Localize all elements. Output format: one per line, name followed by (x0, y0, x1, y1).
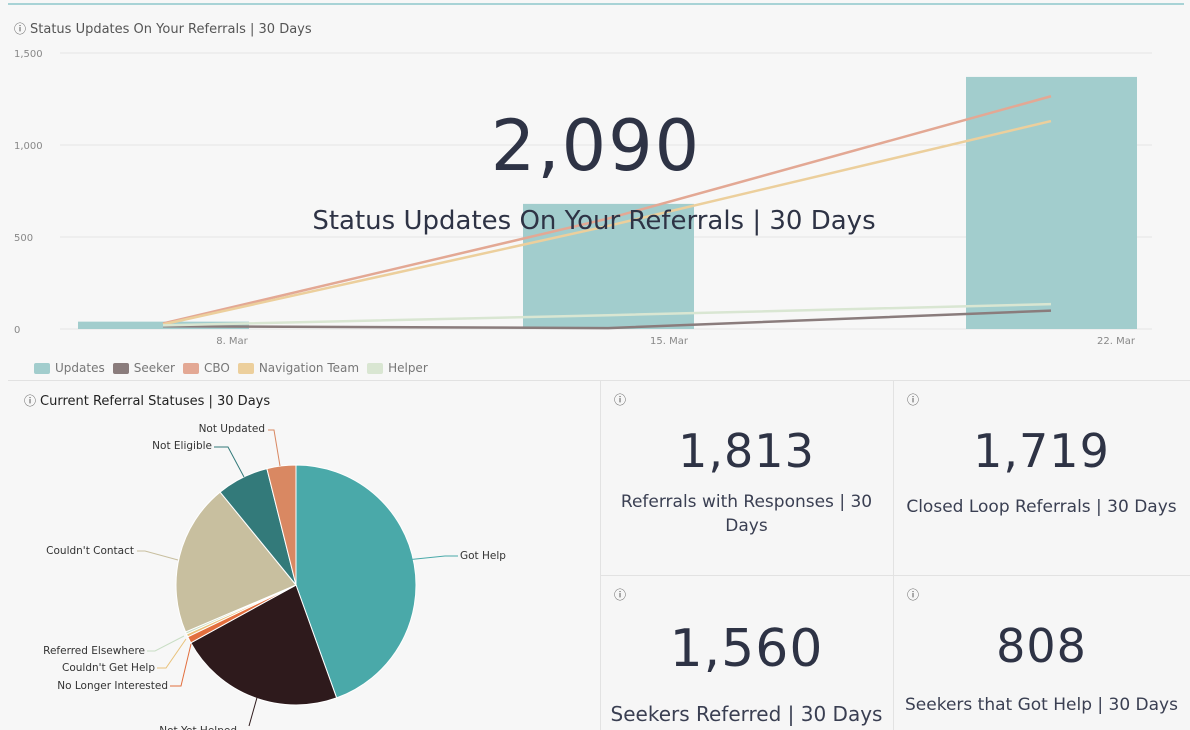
kpi-value: 1,560 (669, 619, 824, 679)
kpi-label: Referrals with Responses | 30 Days (620, 492, 873, 536)
pie-label-not-yet-helped: Not Yet Helped (159, 725, 237, 730)
pie-label-got-help: Got Help (460, 550, 506, 562)
x-tick-label: 22. Mar (1097, 336, 1136, 347)
pie-label-not-eligible: Not Eligible (152, 440, 212, 452)
divider (600, 575, 1190, 576)
divider (8, 380, 1190, 381)
info-circle-icon[interactable]: ⓘ (614, 586, 626, 603)
pie-label-couldnt-get-help: Couldn't Get Help (62, 662, 155, 674)
kpi-value: 808 (996, 619, 1087, 673)
divider (600, 380, 601, 730)
referral-statuses-pie-chart: Got Help Not Yet Helped No Longer Interest… (43, 423, 506, 730)
info-circle-icon[interactable]: ⓘ (614, 391, 626, 408)
divider (893, 380, 894, 730)
leader-line (147, 635, 185, 652)
kpi-card-closed-loop-referrals[interactable]: ⓘ 1,719 Closed Loop Referrals | 30 Days (893, 380, 1190, 575)
kpi-label: Seekers Referred | 30 Days (610, 702, 883, 726)
kpi-card-referrals-with-responses[interactable]: ⓘ 1,813 Referrals with Responses | 30 Da… (600, 380, 893, 575)
leader-line (405, 555, 458, 561)
pie-label-no-longer-interested: No Longer Interested (57, 680, 168, 692)
leader-line (268, 429, 281, 467)
leader-line (137, 550, 179, 561)
kpi-value: 1,719 (973, 424, 1110, 478)
kpi-label: Closed Loop Referrals | 30 Days (906, 497, 1177, 517)
pie-label-couldnt-contact: Couldn't Contact (46, 545, 134, 557)
bar-updates[interactable] (966, 76, 1137, 329)
kpi-card-seekers-referred[interactable]: ⓘ 1,560 Seekers Referred | 30 Days (600, 575, 893, 730)
leader-line (157, 638, 187, 669)
leader-line (214, 446, 245, 478)
kpi-value: 1,813 (678, 424, 815, 478)
pie-label-not-updated: Not Updated (199, 423, 265, 435)
kpi-label: Seekers that Got Help | 30 Days (905, 695, 1178, 715)
leader-line (170, 643, 192, 687)
info-circle-icon[interactable]: ⓘ (907, 391, 919, 408)
leader-line (248, 693, 259, 727)
kpi-card-seekers-got-help[interactable]: ⓘ 808 Seekers that Got Help | 30 Days (893, 575, 1190, 730)
x-tick-label: 15. Mar (650, 336, 689, 347)
pie-label-referred-elsewhere: Referred Elsewhere (43, 645, 145, 657)
info-circle-icon[interactable]: ⓘ (907, 586, 919, 603)
